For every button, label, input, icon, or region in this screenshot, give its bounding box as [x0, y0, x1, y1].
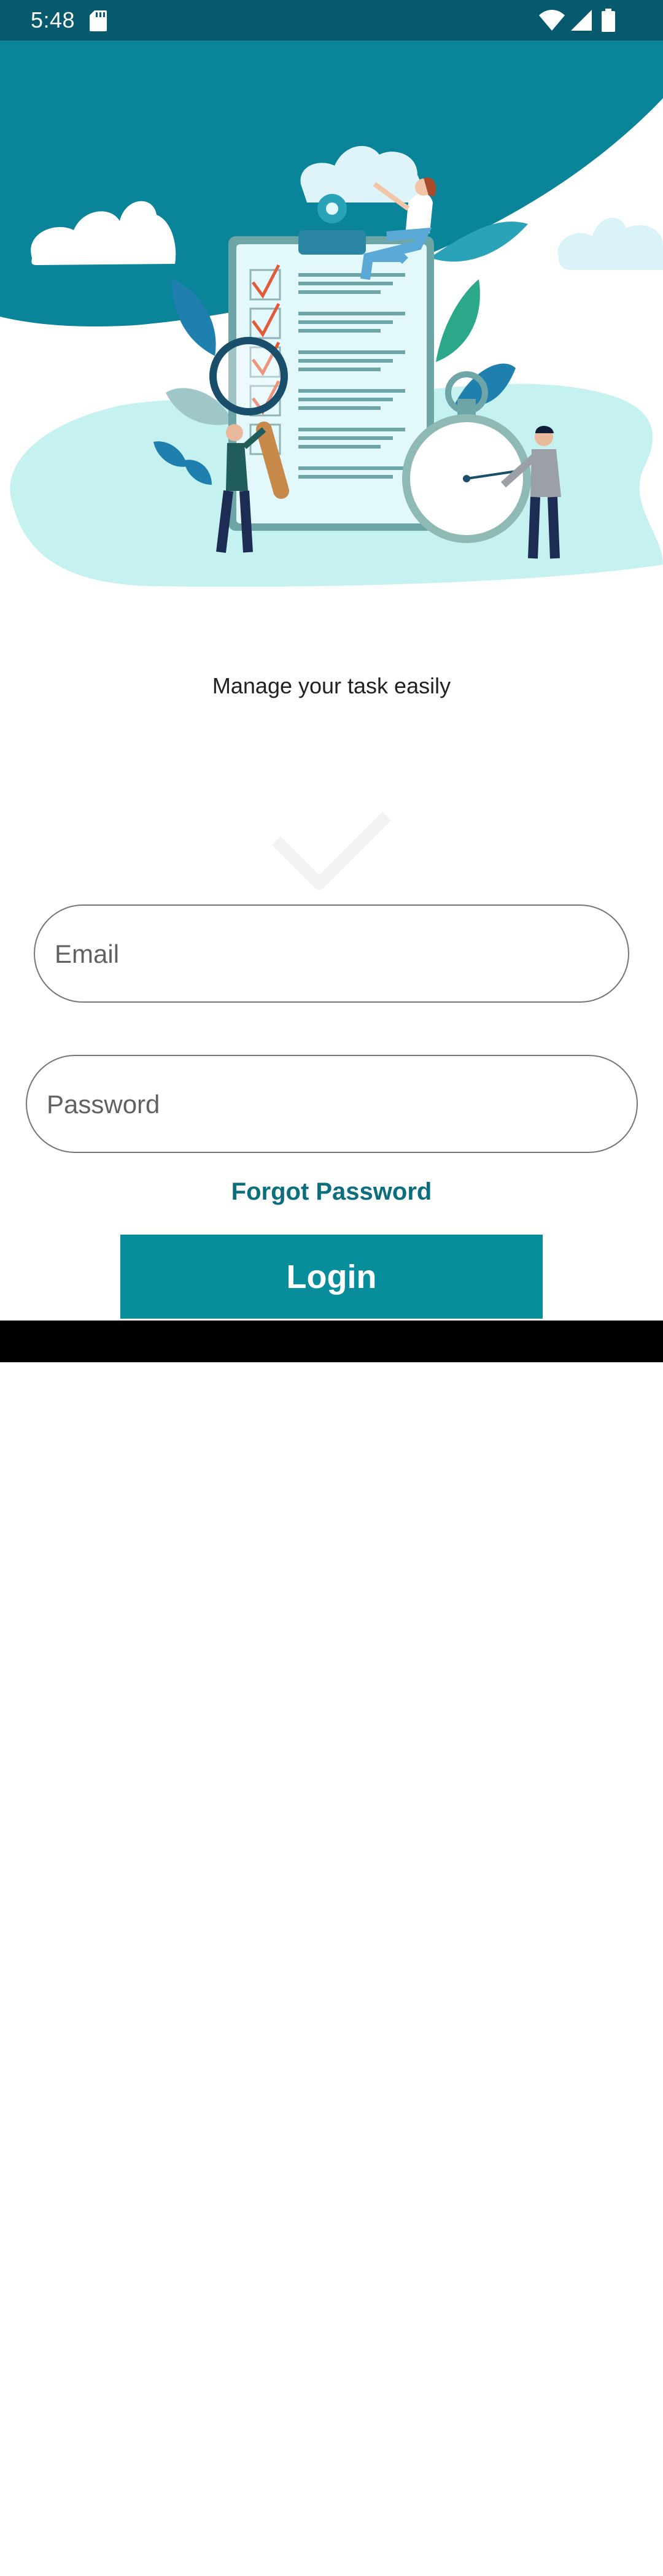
checkmark-icon	[271, 811, 392, 890]
status-time: 5:48	[31, 7, 76, 33]
wifi-icon	[539, 10, 565, 31]
password-input[interactable]	[45, 1056, 618, 1153]
hero-illustration	[0, 40, 663, 587]
forgot-password-link[interactable]: Forgot Password	[0, 1178, 663, 1206]
email-input[interactable]	[53, 906, 610, 1003]
navigation-bar	[0, 1321, 663, 2576]
password-field[interactable]	[26, 1055, 638, 1153]
email-field[interactable]	[34, 904, 629, 1003]
tagline-text: Manage your task easily	[212, 673, 451, 698]
sd-card-icon	[90, 10, 107, 31]
cell-signal-icon	[571, 10, 592, 31]
status-bar: 5:48	[0, 0, 663, 40]
login-button[interactable]: Login	[120, 1235, 543, 1319]
home-gesture-handle[interactable]	[239, 2569, 424, 2576]
battery-icon	[602, 9, 615, 32]
